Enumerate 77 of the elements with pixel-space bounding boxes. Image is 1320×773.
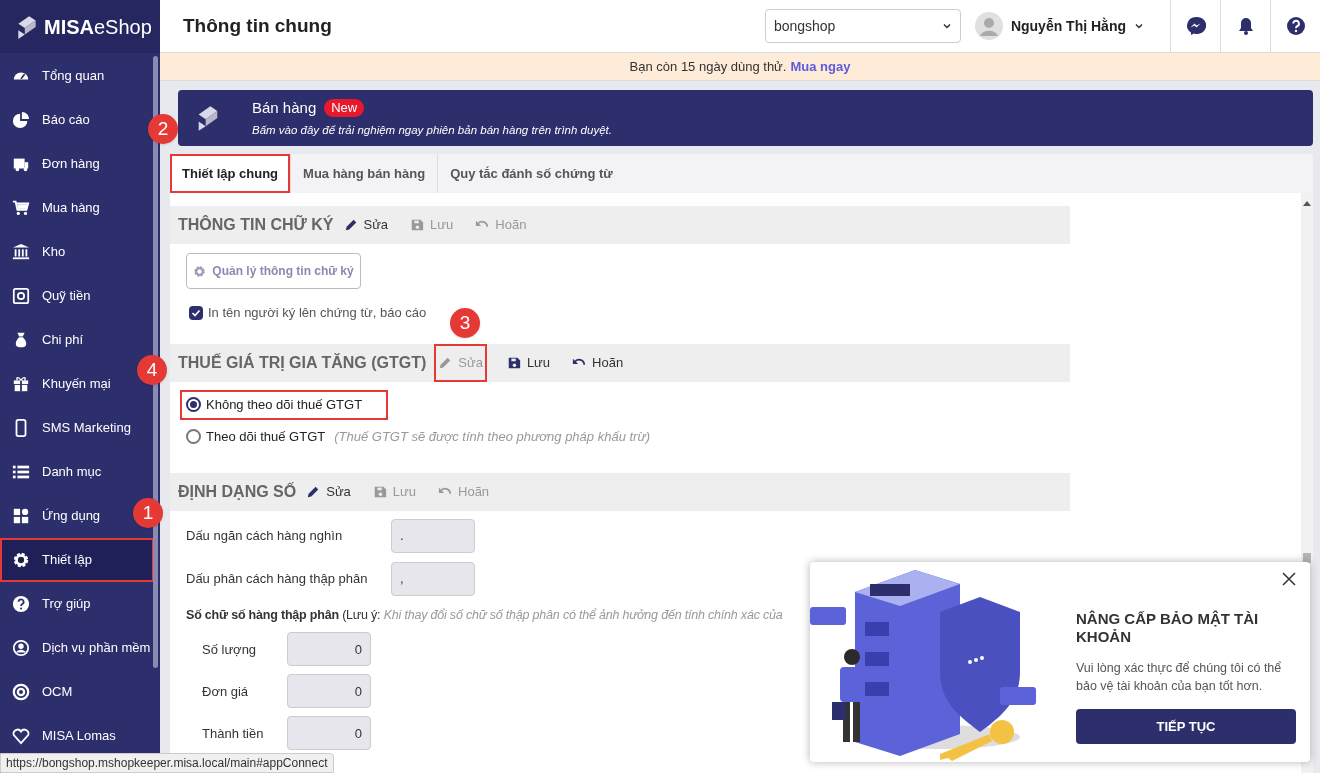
step-number-callout-badge: 4 bbox=[137, 355, 167, 385]
radio-option[interactable]: Theo dõi thuế GTGT (Thuế GTGT sẽ được tính theo phương pháp khấu trừ) bbox=[180, 421, 676, 452]
chevron-down-icon bbox=[1134, 21, 1144, 31]
checkmark-icon bbox=[191, 307, 201, 318]
close-icon[interactable] bbox=[1282, 572, 1296, 586]
new-badge: New bbox=[324, 98, 365, 117]
radio-option[interactable]: Không theo dõi thuế GTGT bbox=[180, 389, 389, 420]
page-title: Thông tin chung bbox=[183, 13, 333, 38]
field-label: Đơn giá bbox=[202, 682, 250, 701]
sidebar-item[interactable]: Đơn hàng bbox=[0, 154, 100, 174]
safe-icon bbox=[12, 287, 30, 305]
trial-notice: Bạn còn 15 ngày dùng thử. bbox=[629, 57, 787, 76]
bank-icon bbox=[12, 243, 30, 261]
field-label: Số lượng bbox=[202, 640, 258, 659]
pie-chart-icon bbox=[12, 111, 30, 129]
user-circle-icon bbox=[12, 639, 30, 657]
sidebar-item[interactable]: SMS Marketing bbox=[0, 418, 131, 438]
chevron-down-icon bbox=[941, 21, 952, 31]
section-action-button[interactable]: Hoãn bbox=[570, 343, 626, 382]
sidebar-item[interactable]: Tổng quan bbox=[0, 66, 105, 86]
sidebar-item[interactable]: Mua hàng bbox=[0, 198, 100, 218]
checkbox[interactable] bbox=[189, 305, 203, 320]
step-number-callout-badge: 2 bbox=[148, 114, 178, 144]
settings-icon bbox=[193, 264, 207, 278]
field-label: Thành tiền bbox=[202, 724, 265, 743]
status-url-tooltip: https://bongshop.mshopkeeper.misa.local/main#appConnect bbox=[0, 753, 334, 773]
section-action-button[interactable]: Sửa bbox=[341, 206, 391, 244]
section-title: THUẾ GIÁ TRỊ GIA TĂNG (GTGT) bbox=[178, 352, 427, 373]
settings-icon bbox=[12, 551, 30, 569]
messenger-icon[interactable] bbox=[1185, 16, 1206, 36]
sidebar-item[interactable]: Ứng dụng bbox=[0, 506, 101, 526]
field-label: Dấu phân cách hàng thập phân bbox=[186, 570, 369, 589]
logo-text: MISAeShop bbox=[44, 14, 152, 40]
input-field[interactable]: 0 bbox=[287, 632, 371, 667]
pencil-icon bbox=[438, 355, 453, 370]
section-action-button[interactable]: Sửa bbox=[304, 472, 353, 511]
shop-select[interactable]: bongshop bbox=[764, 9, 961, 43]
sidebar-item[interactable]: Trợ giúp bbox=[0, 594, 91, 614]
input-field[interactable]: 0 bbox=[287, 674, 371, 709]
input-field[interactable]: , bbox=[391, 562, 475, 596]
sidebar-item[interactable]: Thiết lập bbox=[0, 538, 154, 582]
sidebar-item[interactable]: Danh mục bbox=[0, 462, 102, 482]
promo-title: Bán hàng bbox=[252, 97, 317, 118]
pencil-icon bbox=[343, 218, 358, 232]
section-action-button[interactable]: Lưu bbox=[504, 343, 553, 382]
section-title: ĐỊNH DẠNG SỐ bbox=[178, 481, 297, 502]
grid-icon bbox=[12, 507, 30, 525]
help-icon[interactable] bbox=[1285, 16, 1306, 36]
input-field[interactable]: 0 bbox=[287, 716, 371, 751]
avatar-icon bbox=[974, 12, 1003, 40]
promo-subtitle: Bấm vào đây để trải nghiệm ngay phiên bản bán hàng trên trình duyệt. bbox=[252, 123, 612, 139]
checkbox-label[interactable]: In tên người ký lên chứng từ, báo cáo bbox=[208, 303, 427, 323]
heart-icon bbox=[12, 727, 30, 745]
sidebar-item[interactable]: Khuyến mại bbox=[0, 374, 111, 394]
input-field[interactable]: . bbox=[391, 519, 475, 553]
sidebar-item[interactable]: Dịch vụ phần mềm bbox=[0, 638, 151, 658]
buy-now-link[interactable]: Mua ngay bbox=[790, 56, 851, 77]
cart-icon bbox=[12, 199, 30, 217]
field-label: Dấu ngăn cách hàng nghìn bbox=[186, 527, 344, 546]
pencil-icon bbox=[306, 484, 321, 499]
sidebar-item[interactable]: Quỹ tiền bbox=[0, 286, 91, 306]
popup-title: NÂNG CẤP BẢO MẬT TÀI KHOẢN bbox=[1076, 610, 1260, 646]
sidebar-item[interactable]: OCM bbox=[0, 682, 73, 702]
promo-banner[interactable]: Bán hàng New Bấm vào đây để trải nghiệm ngay phiên bản bán hàng trên trình duyệt. bbox=[178, 90, 1313, 146]
decimal-places-note: Số chữ số hàng thập phân (Lưu ý: Khi thay đổi số chữ số thập phân có thể ảnh hưởng đến tính chính xác của bbox=[186, 606, 783, 624]
gift-icon bbox=[12, 375, 30, 393]
help-icon bbox=[12, 595, 30, 613]
section-title: THÔNG TIN CHỮ KÝ bbox=[178, 214, 334, 235]
list-icon bbox=[12, 463, 30, 481]
user-menu[interactable]: Nguyễn Thị Hằng bbox=[974, 12, 1170, 40]
sidebar-item[interactable]: Chi phí bbox=[0, 330, 84, 350]
continue-button[interactable]: TIẾP TỤC bbox=[1076, 709, 1296, 744]
sidebar-item[interactable]: Kho bbox=[0, 242, 66, 262]
sidebar-item[interactable]: Báo cáo bbox=[0, 110, 90, 130]
popup-message: Vui lòng xác thực để chúng tôi có thể bảo vệ tài khoản của bạn tốt hơn. bbox=[1076, 660, 1283, 695]
sidebar-item[interactable]: MISA Lomas bbox=[0, 726, 116, 746]
tab[interactable]: Thiết lập chung bbox=[170, 154, 291, 193]
